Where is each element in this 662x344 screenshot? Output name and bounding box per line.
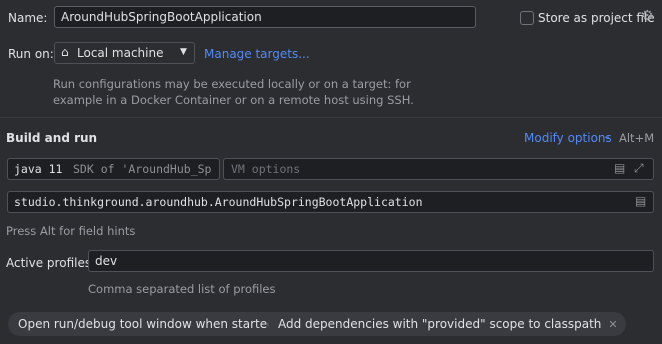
- active-profiles-hint: Comma separated list of profiles: [88, 282, 276, 296]
- main-class-field[interactable]: studio.thinkground.aroundhub.AroundHubSp…: [7, 191, 654, 213]
- chevron-down-icon: ▼: [180, 47, 187, 57]
- vm-options-placeholder: VM options: [231, 162, 301, 176]
- active-profiles-label: Active profiles:: [6, 256, 96, 270]
- manage-targets-link[interactable]: Manage targets...: [204, 47, 310, 61]
- browse-class-icon[interactable]: ▤: [635, 194, 646, 208]
- run-on-label: Run on:: [8, 47, 54, 61]
- sdk-version: java 11: [14, 162, 63, 176]
- expand-field-icon[interactable]: ⤢: [634, 161, 644, 176]
- section-divider: [0, 117, 662, 118]
- sdk-description: SDK of 'AroundHub_Sp: [73, 162, 212, 176]
- close-icon[interactable]: ✕: [608, 318, 617, 331]
- field-hints-text: Press Alt for field hints: [6, 224, 136, 238]
- modify-options-chevron-icon[interactable]: ⌄: [603, 131, 611, 142]
- chip-label: Open run/debug tool window when started: [18, 317, 275, 331]
- run-on-dropdown[interactable]: ⌂ Local machine ▼: [54, 42, 195, 64]
- active-profiles-value: dev: [95, 254, 118, 268]
- main-class-value: studio.thinkground.aroundhub.AroundHubSp…: [14, 195, 423, 209]
- store-as-project-file-checkbox[interactable]: [520, 11, 534, 25]
- chip-open-tool-window[interactable]: Open run/debug tool window when started …: [8, 312, 299, 336]
- run-on-hint-line1: Run configurations may be executed local…: [53, 77, 411, 91]
- active-profiles-field[interactable]: dev: [88, 250, 654, 272]
- modify-options-shortcut: Alt+M: [619, 131, 655, 145]
- chip-label: Add dependencies with "provided" scope t…: [278, 317, 602, 331]
- home-icon: ⌂: [61, 45, 69, 59]
- modify-options-link[interactable]: Modify options: [524, 131, 612, 145]
- build-and-run-title: Build and run: [6, 131, 98, 145]
- name-field[interactable]: AroundHubSpringBootApplication: [54, 6, 476, 28]
- name-value: AroundHubSpringBootApplication: [61, 10, 262, 24]
- chip-add-provided-dependencies[interactable]: Add dependencies with "provided" scope t…: [268, 312, 626, 336]
- run-on-hint-line2: example in a Docker Container or on a re…: [53, 93, 414, 107]
- store-as-project-file-label: Store as project file: [538, 11, 655, 25]
- name-label: Name:: [8, 11, 48, 25]
- vm-options-field[interactable]: VM options ▤ ⤢: [223, 158, 654, 180]
- run-on-value: Local machine: [77, 46, 164, 60]
- expand-dialog-icon[interactable]: ▤: [614, 161, 625, 175]
- gear-icon[interactable]: ⚙: [641, 8, 654, 24]
- sdk-dropdown[interactable]: java 11 SDK of 'AroundHub_Sp: [7, 158, 220, 180]
